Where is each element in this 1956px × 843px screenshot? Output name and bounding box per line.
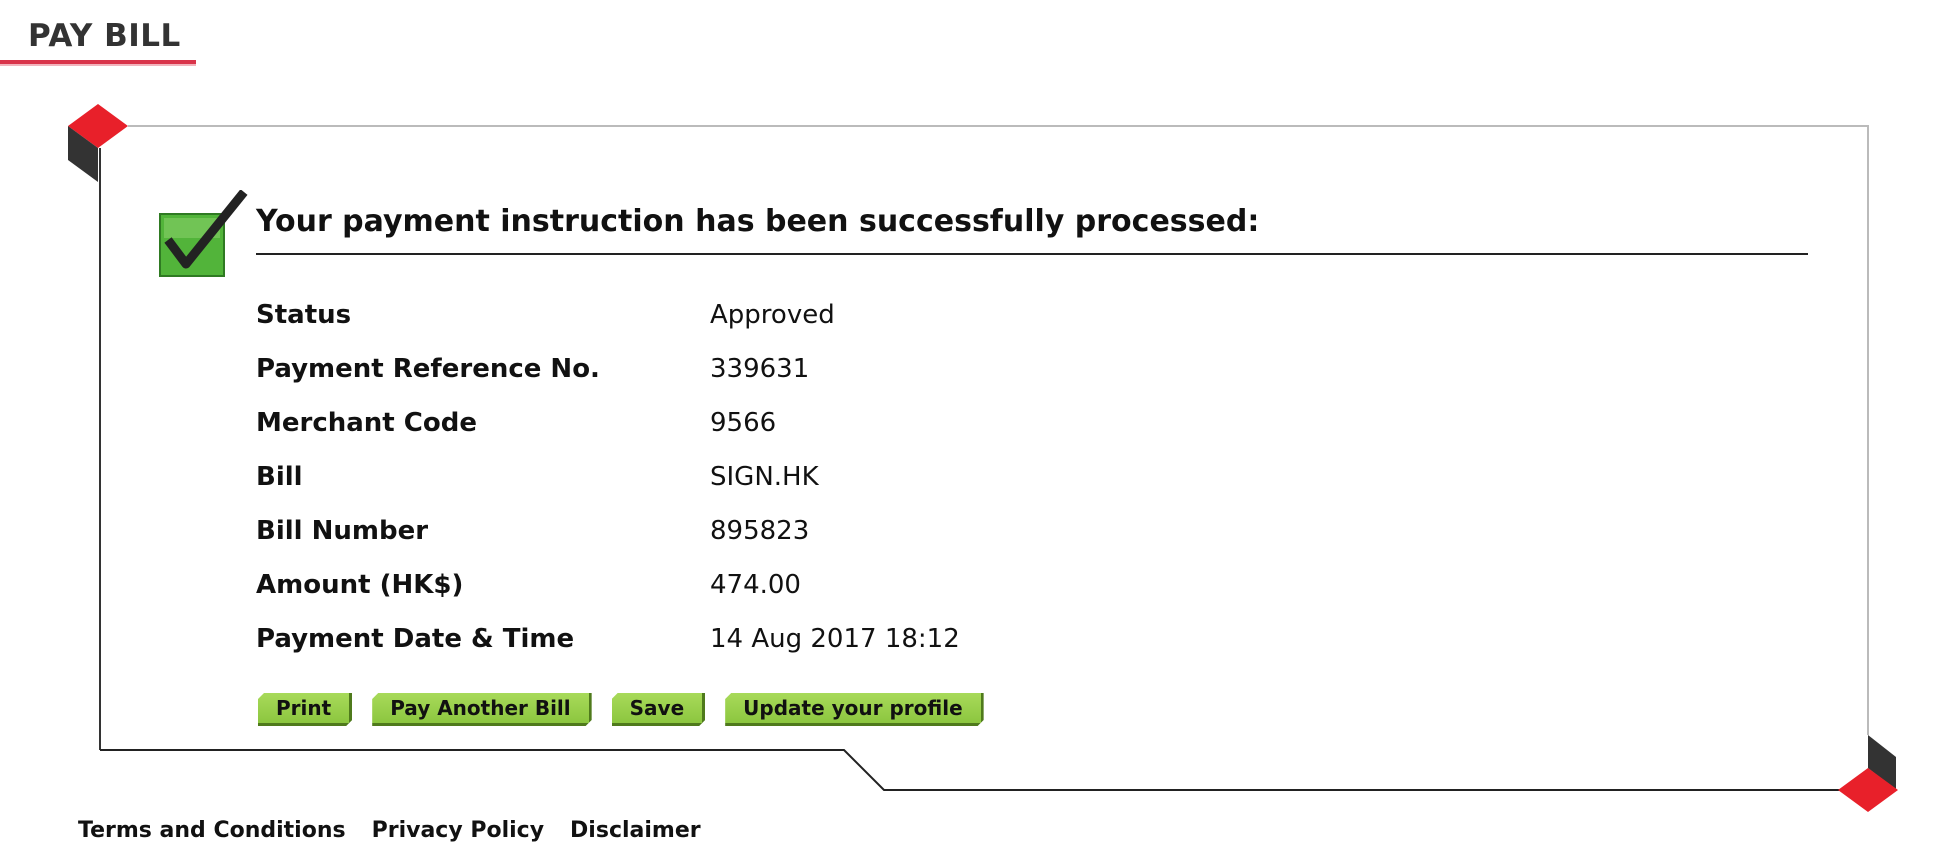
detail-value: 474.00 [710,570,801,600]
detail-label: Bill Number [256,516,429,546]
detail-row-merchant-code: Merchant Code 9566 [256,396,960,450]
detail-row-bill-number: Bill Number 895823 [256,504,960,558]
detail-label: Merchant Code [256,408,477,438]
checkmark-icon [159,190,248,277]
detail-row-status: Status Approved [256,288,960,342]
footer-links: Terms and Conditions Privacy Policy Disc… [78,818,701,843]
detail-label: Status [256,300,352,330]
payment-details: Status Approved Payment Reference No. 33… [256,288,960,666]
title-divider [256,253,1808,255]
detail-label: Amount (HK$) [256,570,464,600]
detail-row-amount: Amount (HK$) 474.00 [256,558,960,612]
detail-label: Payment Reference No. [256,354,600,384]
detail-value: Approved [710,300,835,330]
update-profile-button[interactable]: Update your profile [725,693,983,726]
pay-another-bill-button[interactable]: Pay Another Bill [372,693,591,726]
detail-label: Payment Date & Time [256,624,575,654]
detail-value: 9566 [710,408,777,438]
frame-bottom-edge [100,749,1845,791]
footer-link-disclaimer[interactable]: Disclaimer [570,818,701,843]
detail-value: 339631 [710,354,810,384]
footer-link-terms[interactable]: Terms and Conditions [78,818,346,843]
action-buttons: Print Pay Another Bill Save Update your … [258,693,984,726]
detail-row-bill: Bill SIGN.HK [256,450,960,504]
print-button[interactable]: Print [258,693,352,726]
confirmation-title: Your payment instruction has been succes… [256,204,1260,239]
detail-row-payment-date: Payment Date & Time 14 Aug 2017 18:12 [256,612,960,666]
detail-label: Bill [256,462,303,492]
detail-value: SIGN.HK [710,462,819,492]
detail-row-reference: Payment Reference No. 339631 [256,342,960,396]
save-button[interactable]: Save [612,693,706,726]
detail-value: 14 Aug 2017 18:12 [710,624,960,654]
footer-link-privacy[interactable]: Privacy Policy [372,818,544,843]
detail-value: 895823 [710,516,810,546]
